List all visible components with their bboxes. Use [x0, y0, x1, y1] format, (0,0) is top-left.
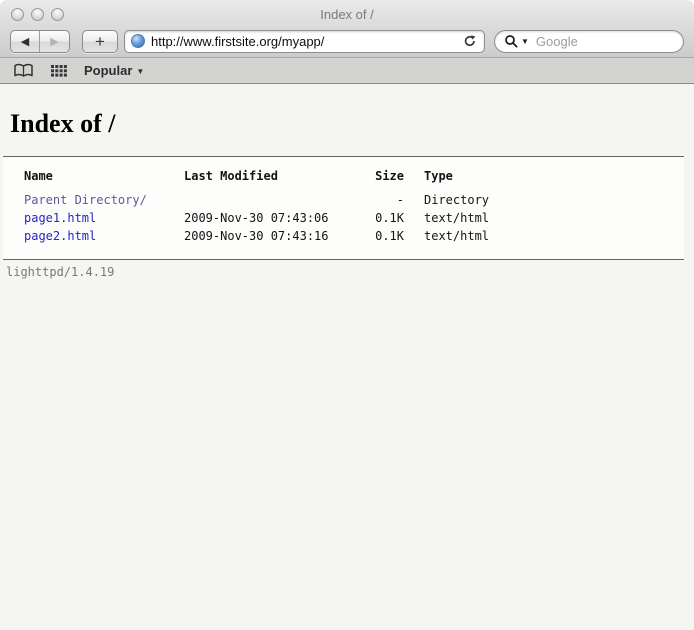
directory-listing: Name Last Modified Size Type Parent Dire… — [3, 156, 684, 260]
size-cell: 0.1K — [356, 209, 404, 227]
zoom-window-button[interactable] — [51, 8, 64, 21]
history-nav-buttons: ◀ ▶ — [10, 30, 70, 53]
table-header-row: Name Last Modified Size Type — [24, 167, 489, 191]
browser-window: Index of / ◀ ▶ + http://www.firstsite.or… — [0, 0, 694, 630]
column-header-type: Type — [404, 167, 489, 191]
table-row: page2.html 2009-Nov-30 07:43:16 0.1K tex… — [24, 227, 489, 245]
column-header-size: Size — [356, 167, 404, 191]
page-viewport: Index of / Name Last Modified Size Type … — [0, 110, 694, 630]
add-bookmark-button[interactable]: + — [82, 30, 118, 53]
column-header-name: Name — [24, 167, 184, 191]
file-link[interactable]: page2.html — [24, 229, 96, 243]
search-placeholder: Google — [536, 34, 578, 49]
traffic-lights — [11, 8, 64, 21]
toolbar: ◀ ▶ + http://www.firstsite.org/myapp/ — [0, 28, 694, 57]
column-header-modified: Last Modified — [184, 167, 356, 191]
file-link[interactable]: page1.html — [24, 211, 96, 225]
size-cell: - — [356, 191, 404, 209]
server-version-text: lighttpd/1.4.19 — [6, 260, 684, 279]
listing-body: Parent Directory/ - Directory page1.html… — [24, 191, 489, 245]
search-engine-caret-icon[interactable]: ▼ — [521, 37, 529, 46]
bookmark-folder-popular[interactable]: Popular ▼ — [84, 63, 144, 78]
grid-icon — [51, 65, 67, 77]
type-cell: Directory — [404, 191, 489, 209]
reload-icon — [463, 34, 477, 48]
page-title: Index of / — [10, 110, 684, 138]
file-link[interactable]: Parent Directory/ — [24, 193, 147, 207]
popular-folder-label: Popular — [84, 63, 132, 78]
search-field[interactable]: ▼ Google — [494, 30, 684, 53]
back-arrow-icon: ◀ — [21, 35, 29, 48]
modified-cell: 2009-Nov-30 07:43:16 — [184, 227, 356, 245]
bookmark-grid-button[interactable] — [51, 65, 67, 77]
back-button[interactable]: ◀ — [11, 31, 40, 52]
modified-cell — [184, 191, 356, 209]
close-window-button[interactable] — [11, 8, 24, 21]
table-row: page1.html 2009-Nov-30 07:43:06 0.1K tex… — [24, 209, 489, 227]
table-row: Parent Directory/ - Directory — [24, 191, 489, 209]
magnifier-icon — [504, 34, 518, 48]
bookmarks-bar: Popular ▼ — [0, 58, 694, 84]
minimize-window-button[interactable] — [31, 8, 44, 21]
site-favicon-globe-icon — [131, 34, 145, 48]
reload-button[interactable] — [463, 34, 477, 48]
browser-chrome: Index of / ◀ ▶ + http://www.firstsite.or… — [0, 0, 694, 58]
chevron-down-icon: ▼ — [136, 67, 144, 76]
type-cell: text/html — [404, 209, 489, 227]
forward-arrow-icon: ▶ — [50, 35, 58, 48]
forward-button[interactable]: ▶ — [40, 31, 69, 52]
type-cell: text/html — [404, 227, 489, 245]
open-book-icon — [13, 63, 34, 78]
titlebar[interactable]: Index of / — [0, 0, 694, 28]
directory-table: Name Last Modified Size Type Parent Dire… — [24, 167, 489, 245]
modified-cell: 2009-Nov-30 07:43:06 — [184, 209, 356, 227]
address-url-text[interactable]: http://www.firstsite.org/myapp/ — [151, 34, 457, 49]
show-bookmarks-button[interactable] — [13, 63, 34, 78]
size-cell: 0.1K — [356, 227, 404, 245]
address-bar[interactable]: http://www.firstsite.org/myapp/ — [124, 30, 485, 53]
plus-icon: + — [95, 33, 105, 50]
window-title: Index of / — [0, 7, 694, 22]
